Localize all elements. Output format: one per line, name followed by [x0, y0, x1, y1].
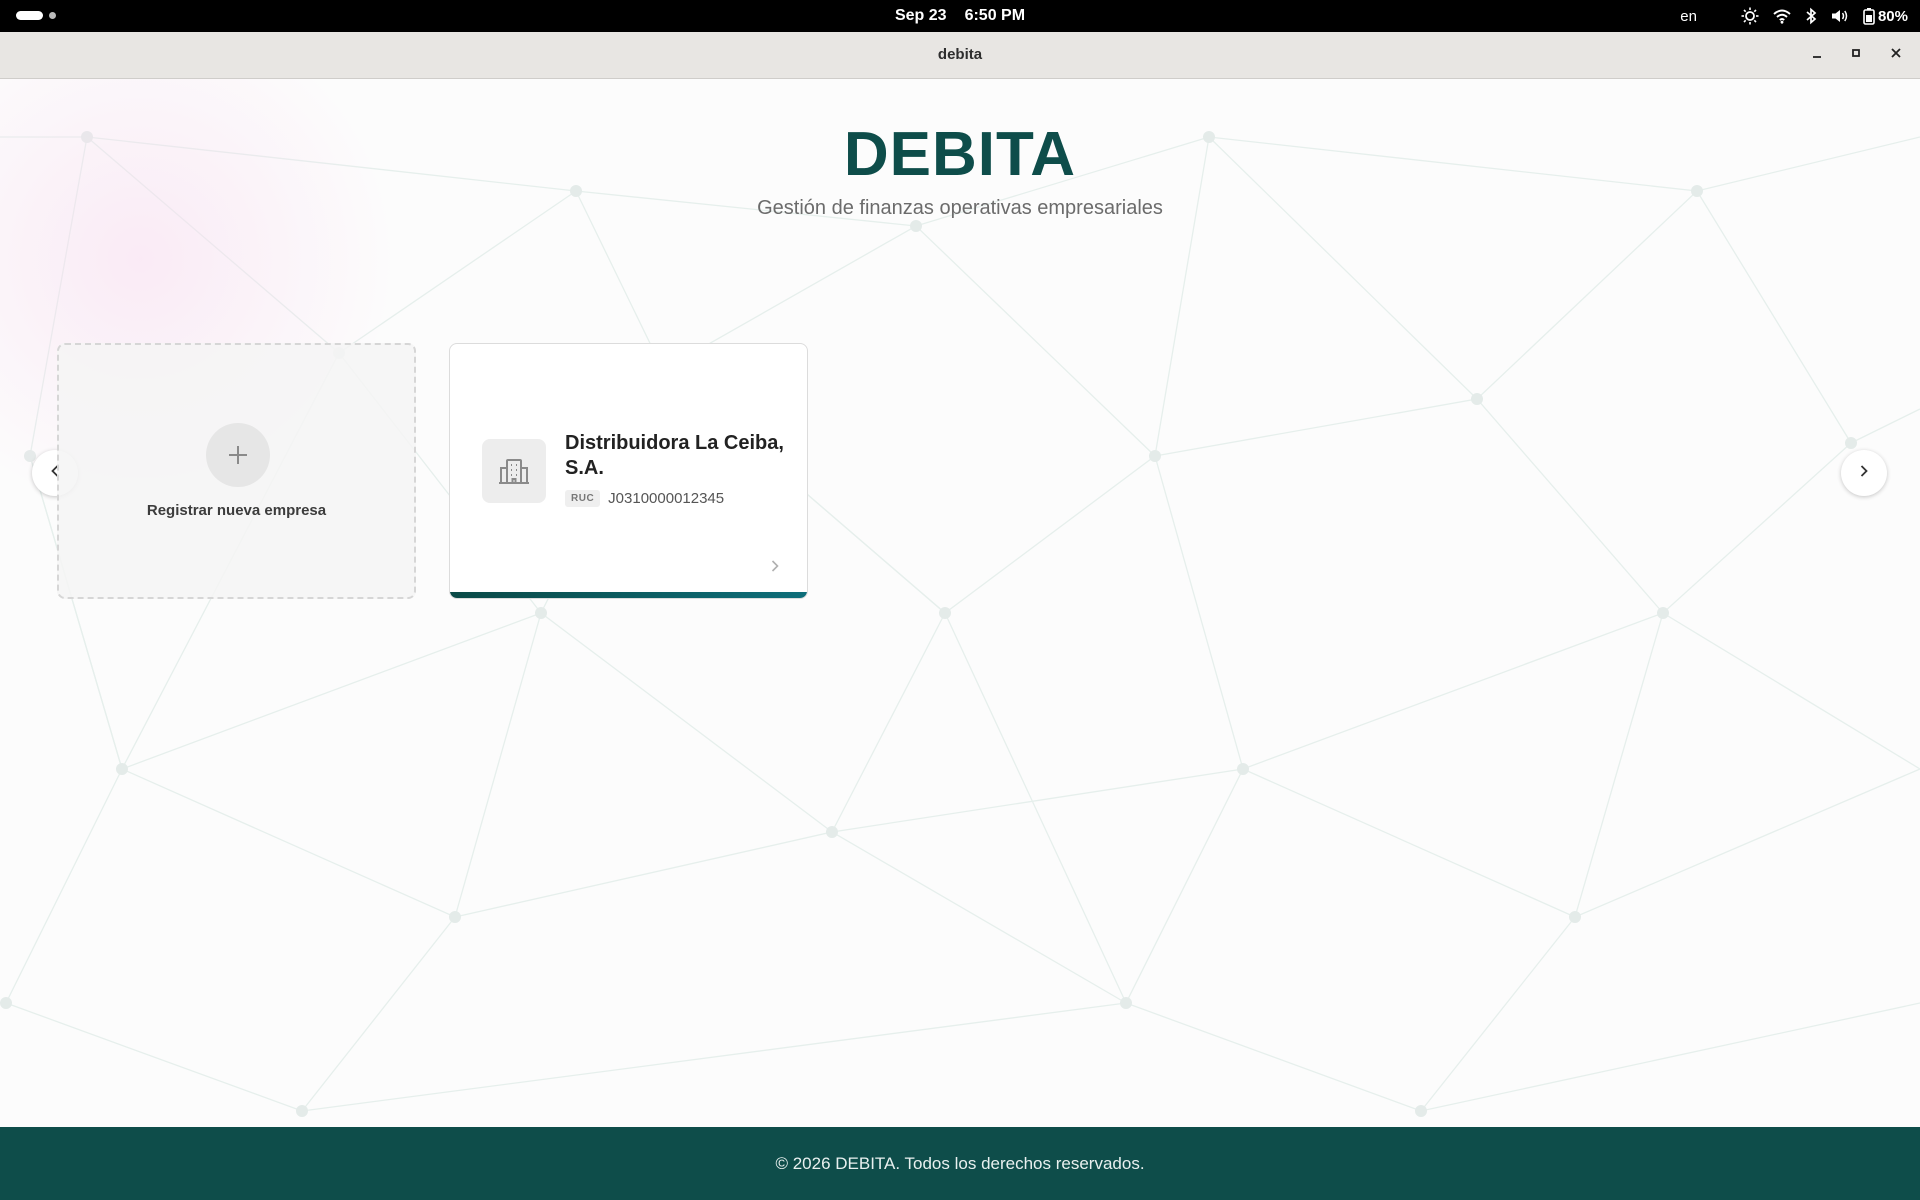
- maximize-button[interactable]: [1843, 42, 1869, 68]
- battery-status[interactable]: 80%: [1863, 7, 1908, 25]
- register-company-label: Registrar nueva empresa: [146, 502, 327, 519]
- app-subtitle: Gestión de finanzas operativas empresari…: [757, 197, 1163, 219]
- minimize-icon: [1811, 46, 1823, 64]
- chevron-right-icon: [1857, 464, 1871, 483]
- window-title-bar[interactable]: debita: [0, 32, 1920, 79]
- clock-date[interactable]: Sep 23: [895, 7, 947, 24]
- volume-icon: [1831, 8, 1849, 24]
- company-card-accent-bar: [450, 592, 807, 598]
- wifi-icon: [1773, 8, 1791, 24]
- company-ruc: RUC J0310000012345: [565, 490, 724, 507]
- battery-percent: 80%: [1877, 7, 1908, 25]
- system-tray[interactable]: en 80%: [1680, 0, 1908, 32]
- battery-icon: [1863, 7, 1875, 25]
- building-icon: [482, 439, 546, 503]
- plus-icon: [206, 423, 270, 487]
- bluetooth-icon: [1805, 7, 1817, 25]
- night-light-icon: [1741, 7, 1759, 25]
- clock-time[interactable]: 6:50 PM: [965, 7, 1025, 24]
- app-title: DEBITA: [843, 120, 1077, 189]
- footer: © 2026 DEBITA. Todos los derechos reserv…: [0, 1127, 1920, 1200]
- ruc-value: J0310000012345: [608, 490, 725, 507]
- workspace-dot: [49, 12, 56, 19]
- maximize-icon: [1850, 46, 1862, 64]
- company-name: Distribuidora La Ceiba, S.A.: [565, 432, 784, 479]
- activities-indicator[interactable]: [16, 11, 56, 20]
- main-content: DEBITA Gestión de finanzas operativas em…: [0, 79, 1920, 1127]
- workspace-pill: [16, 11, 43, 20]
- minimize-button[interactable]: [1804, 42, 1830, 68]
- clock: Sep 23 6:50 PM: [0, 0, 1920, 32]
- carousel-next-button[interactable]: [1841, 450, 1887, 496]
- chevron-right-icon: [769, 559, 781, 578]
- footer-copyright: © 2026 DEBITA. Todos los derechos reserv…: [775, 1154, 1145, 1173]
- company-card[interactable]: Distribuidora La Ceiba, S.A. RUC J031000…: [449, 343, 808, 599]
- ruc-label: RUC: [565, 490, 601, 507]
- window-title: debita: [937, 46, 983, 63]
- system-top-bar: Sep 23 6:50 PM en 80%: [0, 0, 1920, 32]
- close-button[interactable]: [1883, 42, 1909, 68]
- close-icon: [1890, 46, 1902, 64]
- register-company-card[interactable]: Registrar nueva empresa: [57, 343, 416, 599]
- language-indicator[interactable]: en: [1680, 8, 1697, 25]
